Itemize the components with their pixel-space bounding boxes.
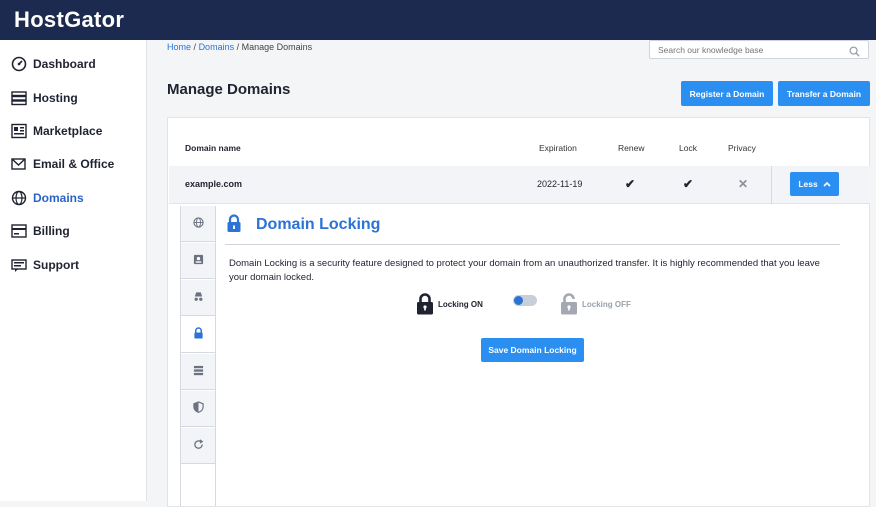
breadcrumb-current: Manage Domains <box>241 42 313 52</box>
less-button[interactable]: Less <box>790 172 839 196</box>
shield-icon <box>193 400 204 418</box>
domain-locking-panel: Domain Locking Domain Locking is a secur… <box>215 206 871 506</box>
domains-panel: Domain name Expiration Renew Lock Privac… <box>167 117 870 507</box>
sidebar-item-label: Dashboard <box>33 57 96 71</box>
sidebar-item-marketplace[interactable]: Marketplace <box>10 120 102 142</box>
divider <box>771 166 772 204</box>
tab-nameservers[interactable] <box>181 206 216 242</box>
tab-renew[interactable] <box>181 428 216 464</box>
sidebar-item-label: Marketplace <box>33 124 103 138</box>
locking-description: Domain Locking is a security feature des… <box>229 258 820 283</box>
expiration-cell: 2022-11-19 <box>537 179 583 189</box>
unlocked-padlock-icon <box>560 293 578 320</box>
tab-privacy[interactable] <box>181 280 216 316</box>
sidebar-item-domains[interactable]: Domains <box>10 187 84 209</box>
search-input[interactable] <box>650 44 840 55</box>
dns-table-icon <box>193 363 204 381</box>
breadcrumb-domains[interactable]: Domains <box>199 42 235 52</box>
support-icon <box>10 256 28 274</box>
search-icon[interactable] <box>849 44 860 62</box>
sidebar-item-email-office[interactable]: Email & Office <box>10 153 114 175</box>
domain-name-cell[interactable]: example.com <box>185 179 242 189</box>
privacy-x-icon: ✕ <box>738 177 749 191</box>
knowledge-search[interactable] <box>649 40 869 59</box>
top-header: HostGator <box>0 0 876 40</box>
sidebar-item-label: Email & Office <box>33 157 115 171</box>
tab-contacts[interactable] <box>181 243 216 279</box>
section-title: Domain Locking <box>227 214 381 234</box>
transfer-domain-button[interactable]: Transfer a Domain <box>778 81 870 106</box>
divider <box>225 244 840 245</box>
refresh-icon <box>193 437 204 455</box>
locking-off-label[interactable]: Locking OFF <box>582 300 631 309</box>
billing-icon <box>10 222 28 240</box>
contact-card-icon <box>193 252 204 270</box>
column-header-lock: Lock <box>679 143 697 153</box>
sidebar-item-label: Support <box>33 258 79 272</box>
domain-lock-toggle[interactable] <box>513 295 537 306</box>
tab-domain-locking[interactable] <box>181 317 216 353</box>
server-icon <box>10 89 28 107</box>
locked-padlock-icon <box>416 293 434 320</box>
sidebar-item-billing[interactable]: Billing <box>10 220 70 242</box>
toggle-knob <box>514 296 523 305</box>
tab-dns[interactable] <box>181 354 216 390</box>
renew-check-icon: ✔ <box>625 177 636 191</box>
sidebar: Dashboard Hosting Marketplace Email & Of… <box>0 40 147 501</box>
sidebar-item-label: Domains <box>33 191 84 205</box>
globe-icon <box>10 189 28 207</box>
email-icon <box>10 155 28 173</box>
sidebar-item-dashboard[interactable]: Dashboard <box>10 53 96 75</box>
detail-tabs <box>180 206 216 506</box>
column-header-privacy: Privacy <box>728 143 756 153</box>
register-domain-button[interactable]: Register a Domain <box>681 81 773 106</box>
hostgator-logo[interactable]: HostGator <box>14 7 124 33</box>
column-header-expiration: Expiration <box>539 143 577 153</box>
page-title: Manage Domains <box>167 81 291 98</box>
marketplace-icon <box>10 122 28 140</box>
column-header-renew: Renew <box>618 143 645 153</box>
breadcrumb-separator: / <box>193 42 197 52</box>
chevron-up-icon <box>823 179 831 189</box>
table-row[interactable]: example.com 2022-11-19 ✔ ✔ ✕ Less <box>169 166 870 204</box>
lock-check-icon: ✔ <box>683 177 694 191</box>
lock-icon <box>226 214 242 238</box>
incognito-icon <box>193 289 204 307</box>
sidebar-item-hosting[interactable]: Hosting <box>10 87 78 109</box>
less-label: Less <box>798 179 818 189</box>
breadcrumb-separator: / <box>236 42 240 52</box>
sidebar-item-label: Hosting <box>33 91 78 105</box>
save-domain-locking-button[interactable]: Save Domain Locking <box>481 338 584 362</box>
section-title-text: Domain Locking <box>256 216 381 233</box>
breadcrumb-home[interactable]: Home <box>167 42 191 52</box>
sidebar-item-label: Billing <box>33 224 70 238</box>
column-header-domain-name: Domain name <box>185 143 241 153</box>
lock-icon <box>193 326 204 344</box>
tab-security[interactable] <box>181 391 216 427</box>
main-content: Home / Domains / Manage Domains Manage D… <box>147 40 876 507</box>
locking-on-label[interactable]: Locking ON <box>438 300 483 309</box>
breadcrumb: Home / Domains / Manage Domains <box>167 42 312 52</box>
lock-toggle-group: Locking ON Locking OFF <box>416 293 676 319</box>
dashboard-icon <box>10 55 28 73</box>
globe-icon <box>193 215 204 233</box>
sidebar-item-support[interactable]: Support <box>10 254 79 276</box>
